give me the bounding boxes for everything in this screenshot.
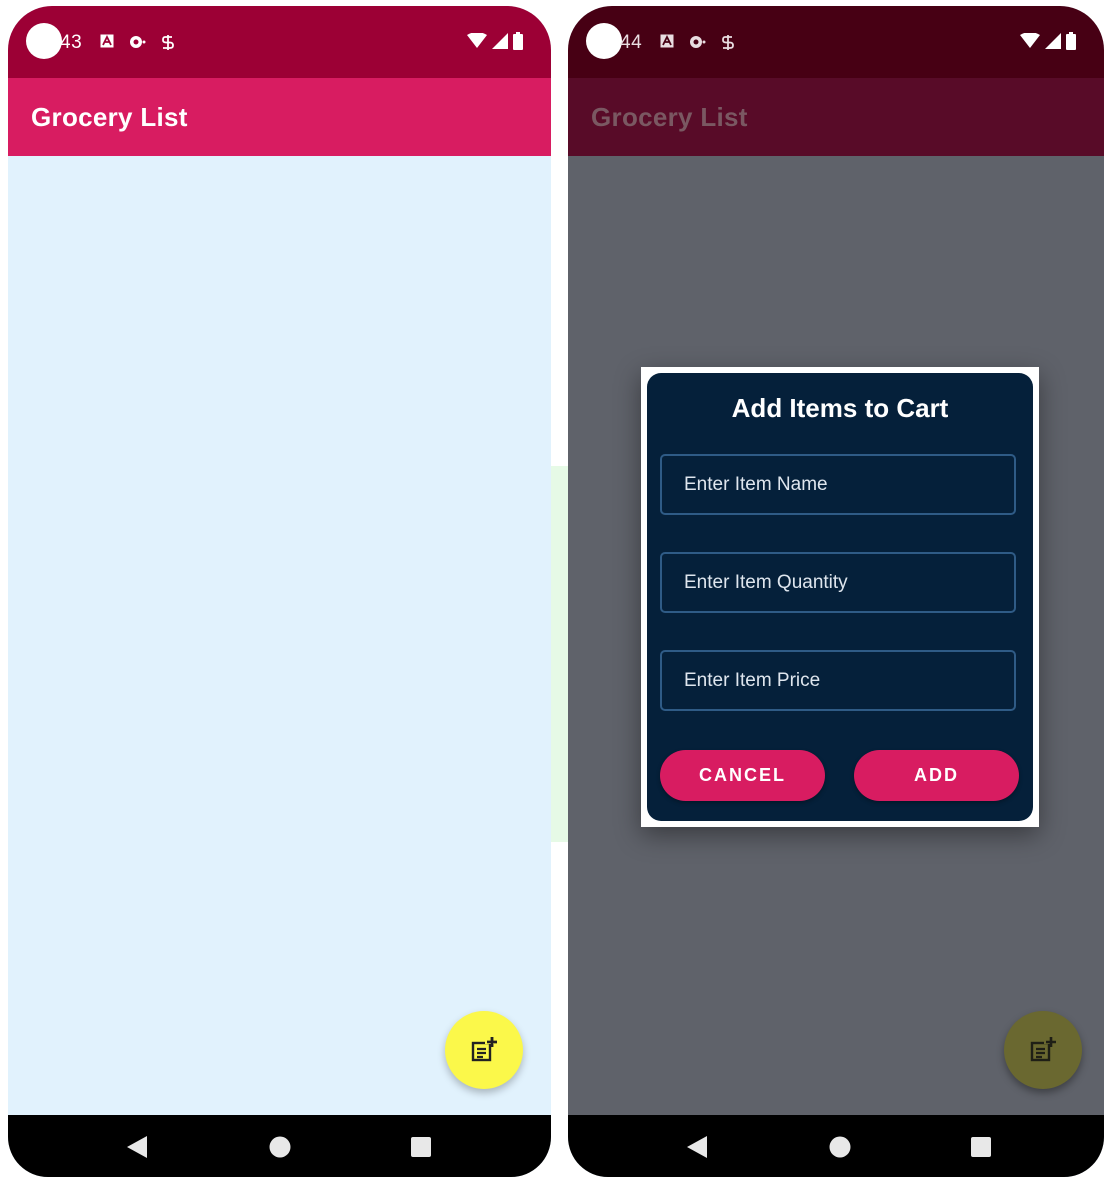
add-item-fab[interactable] — [1004, 1011, 1082, 1089]
signal-icon — [1045, 33, 1061, 49]
item-name-field[interactable] — [660, 454, 1016, 515]
dialog-body: Add Items to Cart CANCEL ADD — [647, 373, 1033, 821]
screenshot-stage: 43 Grocery List 44 Grocery List Add Item… — [0, 0, 1104, 1177]
home-icon[interactable] — [269, 1136, 291, 1158]
phone-screen-list: 43 Grocery List — [8, 6, 551, 1177]
item-name-input[interactable] — [682, 472, 986, 497]
cancel-button[interactable]: CANCEL — [660, 750, 825, 801]
app-title: Grocery List — [591, 101, 748, 132]
app-title: Grocery List — [31, 101, 188, 132]
wifi-icon — [1020, 33, 1040, 48]
camera-cutout — [26, 23, 62, 59]
add-note-icon — [1030, 1037, 1056, 1062]
item-quantity-field[interactable] — [660, 552, 1016, 613]
background-strip — [551, 466, 568, 842]
recents-icon[interactable] — [410, 1136, 432, 1158]
back-icon[interactable] — [127, 1136, 149, 1158]
add-note-icon — [471, 1037, 497, 1062]
notification-a-icon — [660, 34, 674, 48]
app-bar: Grocery List — [568, 78, 1104, 156]
navigation-bar — [8, 1115, 551, 1177]
phone-screen-dialog: 44 Grocery List Add Items to Cart Enter … — [568, 6, 1104, 1177]
status-indicators — [467, 32, 523, 50]
item-price-field[interactable] — [660, 650, 1016, 711]
battery-icon — [1066, 32, 1076, 50]
notification-s-icon — [162, 35, 174, 50]
status-time: 44 — [620, 32, 643, 53]
home-icon[interactable] — [829, 1136, 851, 1158]
status-indicators — [1020, 32, 1076, 50]
status-time: 43 — [60, 32, 83, 53]
signal-icon — [492, 33, 508, 49]
app-bar: Grocery List — [8, 78, 551, 156]
add-button[interactable]: ADD — [854, 750, 1019, 801]
item-price-input[interactable] — [682, 668, 986, 693]
notification-a-icon — [100, 34, 114, 48]
item-quantity-input[interactable] — [682, 570, 986, 595]
status-bar: 43 — [8, 6, 551, 78]
navigation-bar — [568, 1115, 1104, 1177]
add-item-fab[interactable] — [445, 1011, 523, 1089]
dialog-title: Add Items to Cart — [731, 393, 949, 423]
battery-icon — [513, 32, 523, 50]
notification-sync-icon — [130, 36, 146, 48]
status-bar: 44 — [568, 6, 1104, 78]
notification-s-icon — [722, 35, 734, 50]
grocery-list-area — [8, 156, 551, 1115]
notification-sync-icon — [690, 36, 706, 48]
back-icon[interactable] — [687, 1136, 709, 1158]
recents-icon[interactable] — [970, 1136, 992, 1158]
camera-cutout — [586, 23, 622, 59]
wifi-icon — [467, 33, 487, 48]
add-items-dialog: Add Items to Cart CANCEL ADD — [641, 367, 1039, 827]
